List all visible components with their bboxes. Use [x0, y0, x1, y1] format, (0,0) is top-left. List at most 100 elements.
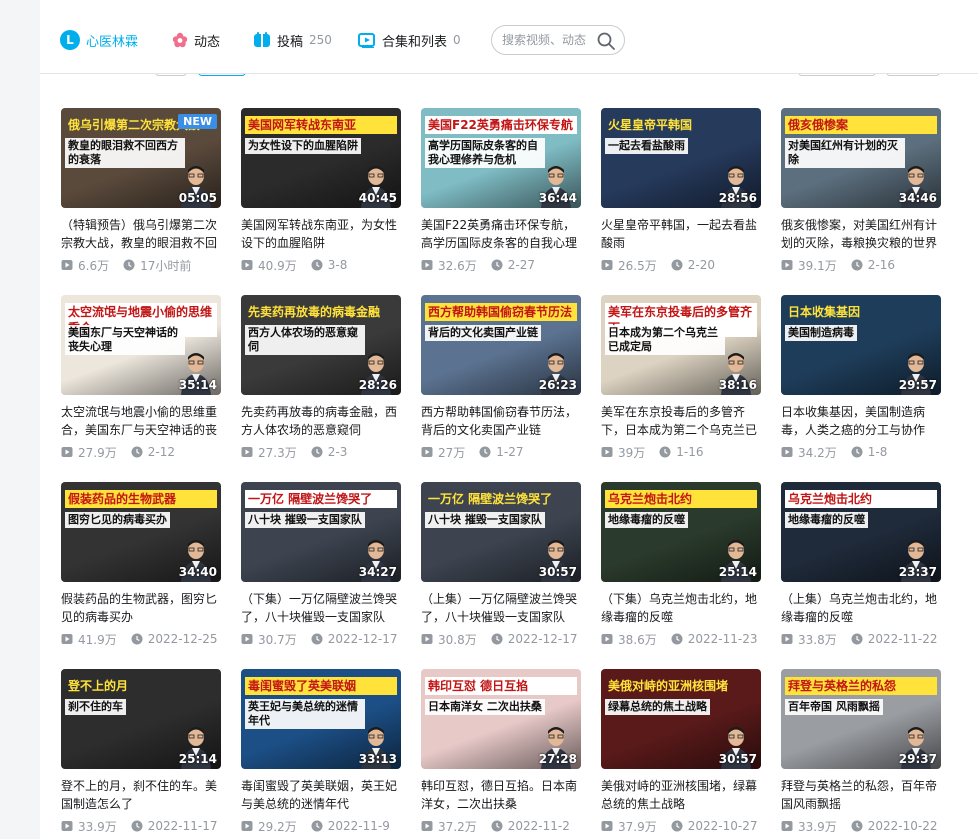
video-card[interactable]: 西方帮助韩国偷窃春节历法 背后的文化卖国产业链 26:23 西方帮助韩国偷窃春节历法，…	[421, 295, 581, 461]
video-title[interactable]: 火星皇帝平韩国，一起去看盐酸雨	[601, 216, 761, 252]
video-title[interactable]: 美军在东京投毒后的多管齐下，日本成为第二个乌克兰已成定局	[601, 403, 761, 439]
view-count: 33.9万	[61, 818, 117, 835]
video-title[interactable]: 西方帮助韩国偷窃春节历法，背后的文化卖国产业链	[421, 403, 581, 439]
video-card[interactable]: 美国网军转战东南亚 为女性设下的血腥陷阱 40:45 美国网军转战东南亚，为女性设下的…	[241, 108, 401, 274]
video-duration: 27:28	[538, 752, 577, 766]
video-cover[interactable]: 先卖药再放毒的病毒金融 西方人体农场的恶意窥伺 28:26	[241, 295, 401, 395]
nav-posts[interactable]: 投稿 250	[253, 26, 332, 54]
view-count: 37.2万	[421, 818, 477, 835]
video-card[interactable]: 登不上的月 刹不住的车 25:14 登不上的月，刹不住的车。美国制造怎么了 33.9万 2…	[61, 669, 221, 835]
video-cover[interactable]: 美俄对峙的亚洲核围堵 绿幕总统的焦土战略 30:57	[601, 669, 761, 769]
video-card[interactable]: 日本收集基因 美国制造病毒 29:57 日本收集基因，美国制造病毒，人类之癌的分工与协…	[781, 295, 941, 461]
search-icon[interactable]	[596, 31, 616, 55]
play-count-icon	[241, 821, 253, 831]
video-cover[interactable]: 拜登与英格兰的私怨 百年帝国 风雨飘摇 29:37	[781, 669, 941, 769]
video-cover[interactable]: 一万亿 隔壁波兰馋哭了 八十块 摧毁一支国家队 34:27	[241, 482, 401, 582]
cover-subline: 百年帝国 风雨飘摇	[785, 699, 883, 715]
video-cover[interactable]: 一万亿 隔壁波兰馋哭了 八十块 摧毁一支国家队 30:57	[421, 482, 581, 582]
video-title[interactable]: 美国网军转战东南亚，为女性设下的血腥陷阱	[241, 216, 401, 252]
video-title[interactable]: 拜登与英格兰的私怨，百年帝国风雨飘摇	[781, 777, 941, 813]
video-card[interactable]: 先卖药再放毒的病毒金融 西方人体农场的恶意窥伺 28:26 先卖药再放毒的病毒金融，西…	[241, 295, 401, 461]
video-card[interactable]: 假装药品的生物武器 图穷匕见的病毒买办 34:40 假装药品的生物武器，图穷匕见的病毒…	[61, 482, 221, 648]
video-meta: 27.3万 2-3	[241, 443, 401, 461]
posts-count: 250	[309, 33, 332, 47]
video-cover[interactable]: 日本收集基因 美国制造病毒 29:57	[781, 295, 941, 395]
clock-icon	[491, 820, 503, 832]
view-count-text: 33.8万	[798, 632, 837, 647]
video-meta: 26.5万 2-20	[601, 256, 761, 274]
video-cover[interactable]: 西方帮助韩国偷窃春节历法 背后的文化卖国产业链 26:23	[421, 295, 581, 395]
video-cover[interactable]: 美国F22英勇痛击环保专航 高学历国际皮条客的自我心理修养与危机 36:44	[421, 108, 581, 208]
video-cover[interactable]: 毒闺蜜毁了英美联姻 英王妃与美总统的迷情年代 33:13	[241, 669, 401, 769]
video-card[interactable]: 美俄对峙的亚洲核围堵 绿幕总统的焦土战略 30:57 美俄对峙的亚洲核围堵，绿幕总统的…	[601, 669, 761, 835]
video-title[interactable]: 假装药品的生物武器，图穷匕见的病毒买办	[61, 590, 221, 626]
video-title[interactable]: （特辑预告）俄乌引爆第二次宗教大战，教皇的眼泪救不回西方	[61, 216, 221, 252]
video-card[interactable]: 美国F22英勇痛击环保专航 高学历国际皮条客的自我心理修养与危机 36:44 美国F2…	[421, 108, 581, 274]
video-card[interactable]: 火星皇帝平韩国 一起去看盐酸雨 28:56 火星皇帝平韩国，一起去看盐酸雨 26.5万 2…	[601, 108, 761, 274]
video-duration: 35:14	[178, 378, 217, 392]
video-meta: 37.9万 2022-10-27	[601, 817, 761, 835]
video-card[interactable]: 俄亥俄惨案 对美国红州有计划的灭除 34:46 俄亥俄惨案，对美国红州有计划的灭除，毒…	[781, 108, 941, 274]
play-count-icon	[601, 821, 613, 831]
cover-subline: 八十块 摧毁一支国家队	[425, 512, 545, 528]
video-title[interactable]: 太空流氓与地震小偷的思维重合，美国东厂与天空神话的丧失心理	[61, 403, 221, 439]
video-duration: 25:14	[718, 565, 757, 579]
video-card[interactable]: 乌克兰炮击北约 地缘毒瘤的反噬 25:14 （下集）乌克兰炮击北约，地缘毒瘤的反噬 38…	[601, 482, 761, 648]
clock-icon	[851, 820, 863, 832]
video-card[interactable]: 乌克兰炮击北约 地缘毒瘤的反噬 23:37 （上集）乌克兰炮击北约，地缘毒瘤的反噬 33…	[781, 482, 941, 648]
video-cover[interactable]: 美军在东京投毒后的多管齐下日本成为第二个乌克兰已成定局38:16	[601, 295, 761, 395]
video-title[interactable]: （下集）一万亿隔壁波兰馋哭了，八十块催毁一支国家队	[241, 590, 401, 626]
video-cover[interactable]: 俄亥俄惨案 对美国红州有计划的灭除 34:46	[781, 108, 941, 208]
cover-subline: 高学历国际皮条客的自我心理修养与危机	[425, 138, 545, 168]
video-duration: 34:27	[358, 565, 397, 579]
video-cover[interactable]: 假装药品的生物武器 图穷匕见的病毒买办 34:40	[61, 482, 221, 582]
video-title[interactable]: 毒闺蜜毁了英美联姻，英王妃与美总统的迷情年代	[241, 777, 401, 813]
video-cover[interactable]: 火星皇帝平韩国 一起去看盐酸雨 28:56	[601, 108, 761, 208]
video-meta: 27.9万 2-12	[61, 443, 221, 461]
video-title[interactable]: 登不上的月，刹不住的车。美国制造怎么了	[61, 777, 221, 813]
video-cover[interactable]: 登不上的月 刹不住的车 25:14	[61, 669, 221, 769]
nav-collections[interactable]: 合集和列表 0	[358, 26, 461, 54]
view-count-text: 40.9万	[258, 258, 297, 273]
cover-subline: 日本成为第二个乌克兰已成定局	[605, 325, 725, 355]
nav-dynamic[interactable]: 动态	[172, 26, 220, 54]
video-card[interactable]: 一万亿 隔壁波兰馋哭了 八十块 摧毁一支国家队 30:57 （上集）一万亿隔壁波兰馋哭…	[421, 482, 581, 648]
video-title[interactable]: 俄亥俄惨案，对美国红州有计划的灭除，毒粮换灾粮的世界危机	[781, 216, 941, 252]
nav-home[interactable]: L 心医林霖	[60, 26, 138, 54]
video-title[interactable]: 美国F22英勇痛击环保专航，高学历国际皮条客的自我心理修养与危机	[421, 216, 581, 252]
publish-date-text: 2-20	[687, 258, 715, 272]
video-title[interactable]: 美俄对峙的亚洲核围堵，绿幕总统的焦土战略	[601, 777, 761, 813]
video-card[interactable]: 俄乌引爆第二次宗教大战 教皇的眼泪救不回西方的衰落 NEW 05:05 （特辑预告）俄乌…	[61, 108, 221, 274]
view-count: 27.3万	[241, 444, 297, 461]
publish-date-text: 2022-11-22	[867, 632, 938, 646]
video-card[interactable]: 一万亿 隔壁波兰馋哭了 八十块 摧毁一支国家队 34:27 （下集）一万亿隔壁波兰馋哭…	[241, 482, 401, 648]
publish-date: 1-8	[851, 445, 887, 459]
cover-subline: 西方人体农场的恶意窥伺	[245, 325, 365, 355]
video-card[interactable]: 太空流氓与地震小偷的思维重合美国东厂与天空神话的丧失心理35:14 太空流氓与地震…	[61, 295, 221, 461]
nav-posts-label: 投稿	[277, 34, 304, 50]
video-cover[interactable]: 乌克兰炮击北约 地缘毒瘤的反噬 23:37	[781, 482, 941, 582]
video-title[interactable]: 日本收集基因，美国制造病毒，人类之癌的分工与协作	[781, 403, 941, 439]
video-cover[interactable]: 乌克兰炮击北约 地缘毒瘤的反噬 25:14	[601, 482, 761, 582]
video-cover[interactable]: 韩印互怼 德日互掐 日本南洋女 二次出扶桑 27:28	[421, 669, 581, 769]
video-title[interactable]: 先卖药再放毒的病毒金融，西方人体农场的恶意窥伺	[241, 403, 401, 439]
video-card[interactable]: 毒闺蜜毁了英美联姻 英王妃与美总统的迷情年代 33:13 毒闺蜜毁了英美联姻，英王妃与…	[241, 669, 401, 835]
video-card[interactable]: 韩印互怼 德日互掐 日本南洋女 二次出扶桑 27:28 韩印互怼，德日互掐。日本南洋女…	[421, 669, 581, 835]
video-cover[interactable]: 俄乌引爆第二次宗教大战 教皇的眼泪救不回西方的衰落 NEW 05:05	[61, 108, 221, 208]
search-input[interactable]	[502, 33, 590, 47]
video-cover[interactable]: 太空流氓与地震小偷的思维重合美国东厂与天空神话的丧失心理35:14	[61, 295, 221, 395]
video-title[interactable]: （下集）乌克兰炮击北约，地缘毒瘤的反噬	[601, 590, 761, 626]
video-title[interactable]: （上集）一万亿隔壁波兰馋哭了，八十块催毁一支国家队	[421, 590, 581, 626]
video-cover[interactable]: 美国网军转战东南亚 为女性设下的血腥陷阱 40:45	[241, 108, 401, 208]
publish-date: 2-3	[311, 445, 347, 459]
cover-subline: 一起去看盐酸雨	[605, 138, 688, 154]
video-title[interactable]: 韩印互怼，德日互掐。日本南洋女，二次出扶桑	[421, 777, 581, 813]
video-meta: 33.9万 2022-11-17	[61, 817, 221, 835]
clock-icon	[131, 633, 143, 645]
view-count-text: 39万	[618, 445, 646, 460]
video-card[interactable]: 美军在东京投毒后的多管齐下日本成为第二个乌克兰已成定局38:16 美军在东京投毒后…	[601, 295, 761, 461]
video-card[interactable]: 拜登与英格兰的私怨 百年帝国 风雨飘摇 29:37 拜登与英格兰的私怨，百年帝国风雨飘…	[781, 669, 941, 835]
video-title[interactable]: （上集）乌克兰炮击北约，地缘毒瘤的反噬	[781, 590, 941, 626]
play-count-icon	[61, 260, 73, 270]
cover-headline: 俄亥俄惨案	[785, 116, 937, 134]
